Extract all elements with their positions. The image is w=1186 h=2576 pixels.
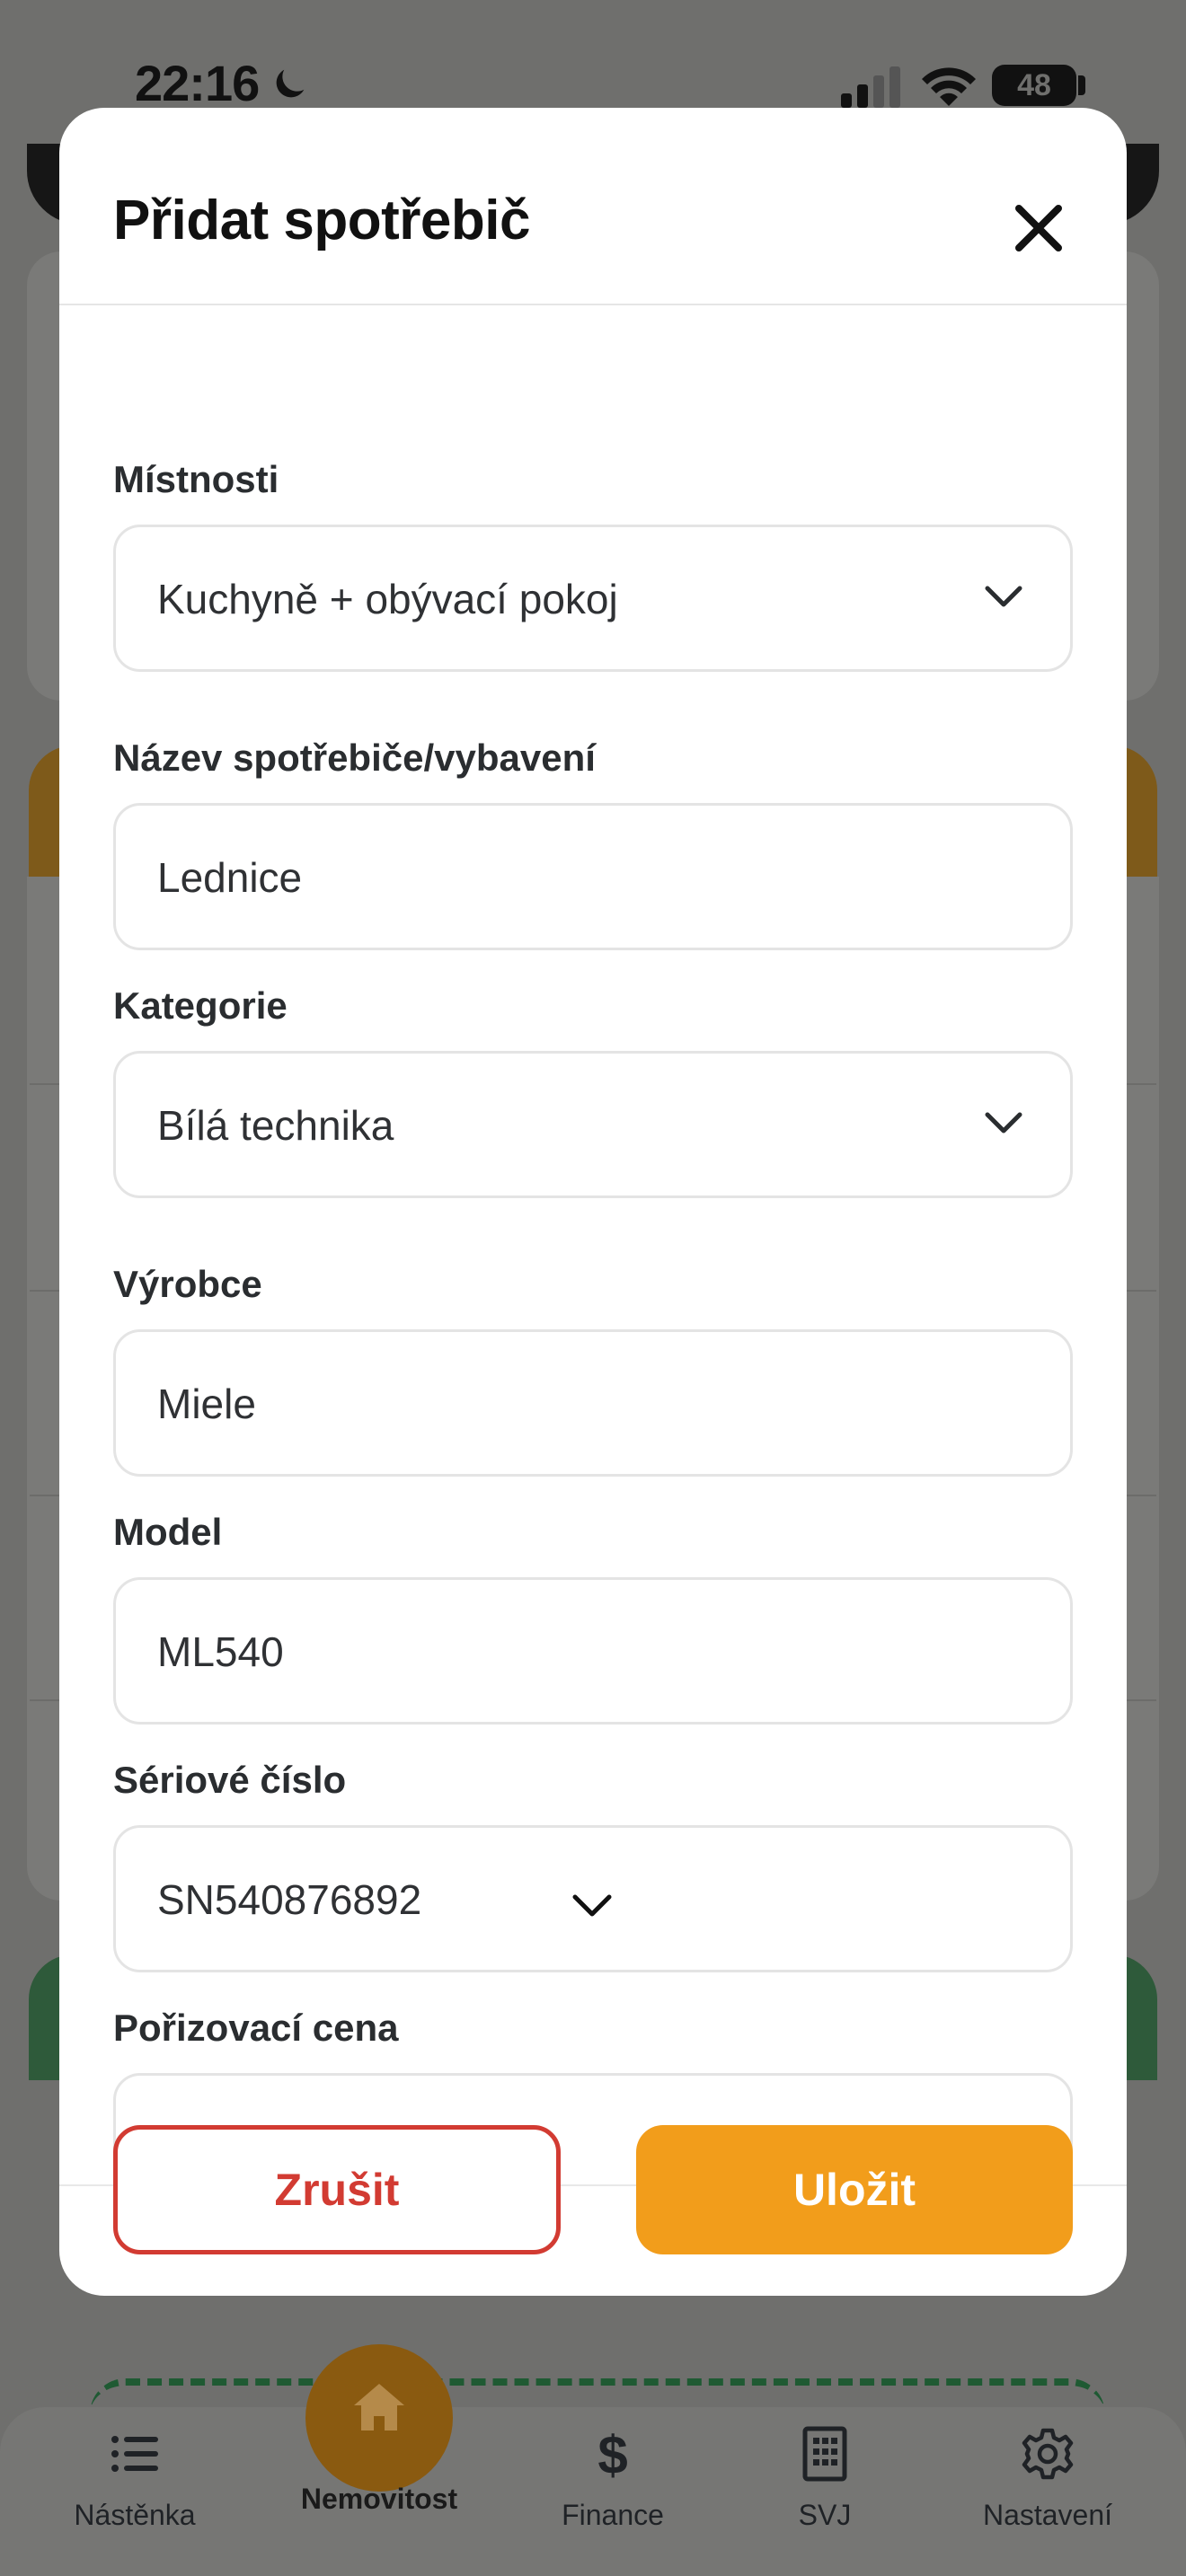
tab-nastenka[interactable]: Nástěnka <box>36 2425 234 2532</box>
serial-number-label: Sériové číslo <box>113 1759 347 1801</box>
tab-label: Nastavení <box>982 2499 1113 2531</box>
battery-indicator: 48 <box>992 65 1076 106</box>
tab-label: Nemovitost <box>300 2483 458 2515</box>
model-input[interactable]: ML540 <box>113 1577 1073 1725</box>
signal-icon <box>841 66 900 108</box>
add-appliance-modal: Přidat spotřebič Místnosti Kuchyně + obý… <box>59 108 1127 2296</box>
appliance-name-value: Lednice <box>157 854 303 901</box>
rooms-value: Kuchyně + obývací pokoj <box>157 576 618 622</box>
rooms-label: Místnosti <box>113 458 279 500</box>
category-value: Bílá technika <box>157 1102 394 1149</box>
battery-tip <box>1078 75 1085 95</box>
tab-label: Nástěnka <box>74 2499 196 2531</box>
category-select[interactable]: Bílá technika <box>113 1051 1073 1198</box>
model-label: Model <box>113 1511 223 1553</box>
gear-icon <box>1022 2428 1074 2480</box>
tab-nemovitost[interactable]: Nemovitost <box>280 2384 478 2516</box>
manufacturer-value: Miele <box>157 1381 256 1427</box>
tab-label: SVJ <box>798 2499 852 2531</box>
appliance-name-label: Název spotřebiče/vybavení <box>113 737 596 779</box>
close-icon[interactable] <box>994 183 1084 273</box>
tab-nastaveni[interactable]: Nastavení <box>949 2425 1146 2532</box>
list-icon <box>111 2436 158 2472</box>
chevron-down-icon <box>985 586 1022 607</box>
cancel-button[interactable]: Zrušit <box>113 2125 561 2254</box>
tab-label: Finance <box>562 2499 664 2531</box>
building-icon <box>802 2426 847 2482</box>
manufacturer-input[interactable]: Miele <box>113 1329 1073 1477</box>
moon-icon <box>276 69 305 98</box>
serial-number-value: SN540876892 <box>157 1876 422 1923</box>
rooms-select[interactable]: Kuchyně + obývací pokoj <box>113 525 1073 672</box>
modal-title: Přidat spotřebič <box>113 190 531 251</box>
tab-finance[interactable]: $ Finance <box>514 2425 712 2532</box>
dollar-icon: $ <box>597 2425 627 2483</box>
category-label: Kategorie <box>113 984 288 1027</box>
chevron-down-icon <box>985 1112 1022 1134</box>
model-value: ML540 <box>157 1628 284 1675</box>
wifi-icon <box>922 67 976 106</box>
status-time: 22:16 <box>135 55 260 111</box>
home-icon <box>354 2384 404 2430</box>
tab-svj[interactable]: SVJ <box>726 2425 924 2532</box>
manufacturer-label: Výrobce <box>113 1263 262 1305</box>
scroll-down-chevron-icon[interactable] <box>571 1892 613 1919</box>
appliance-name-input[interactable]: Lednice <box>113 803 1073 950</box>
save-button[interactable]: Uložit <box>636 2125 1073 2254</box>
svg-text:$: $ <box>597 2425 627 2483</box>
price-label: Pořizovací cena <box>113 2007 399 2049</box>
